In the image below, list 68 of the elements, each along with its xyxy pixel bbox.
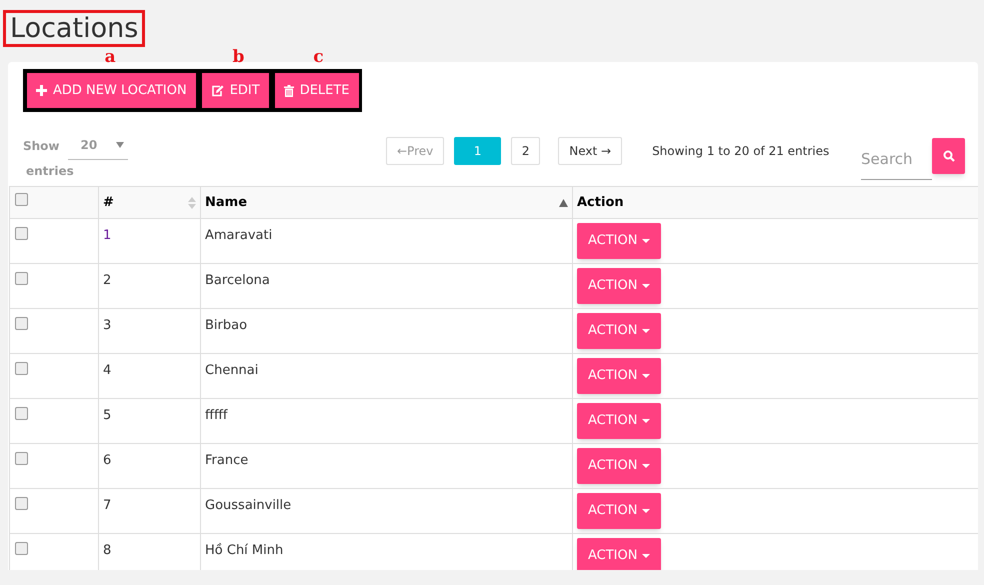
caret-icon bbox=[642, 464, 650, 468]
search-icon bbox=[942, 150, 954, 162]
location-name: France bbox=[205, 453, 248, 468]
action-button[interactable]: ACTION bbox=[577, 268, 662, 304]
sort-icon[interactable] bbox=[188, 196, 196, 210]
page-title: Locations bbox=[3, 10, 146, 47]
checkbox[interactable] bbox=[15, 542, 28, 555]
action-button[interactable]: ACTION bbox=[577, 313, 662, 349]
checkbox[interactable] bbox=[15, 227, 28, 240]
row-number: 2 bbox=[103, 273, 112, 288]
edit-icon bbox=[210, 84, 224, 96]
row-number: 1 bbox=[103, 228, 112, 243]
checkbox[interactable] bbox=[15, 272, 28, 285]
location-name: Chennai bbox=[205, 363, 258, 378]
show-label: Show bbox=[23, 138, 60, 154]
annotation-letter: b bbox=[232, 47, 244, 67]
search-button[interactable] bbox=[932, 138, 965, 174]
caret-icon bbox=[642, 374, 650, 378]
action-button[interactable]: ACTION bbox=[577, 223, 662, 259]
caret-icon bbox=[642, 239, 650, 243]
row-number: 3 bbox=[103, 318, 112, 333]
location-name: Birbao bbox=[205, 318, 248, 333]
action-button[interactable]: ACTION bbox=[577, 538, 662, 570]
checkbox[interactable] bbox=[15, 497, 28, 510]
next-button[interactable]: Next → bbox=[558, 137, 622, 165]
row-number: 5 bbox=[103, 408, 112, 423]
entries-label: entries bbox=[25, 163, 75, 180]
location-name: Goussainville bbox=[205, 498, 292, 513]
action-button[interactable]: ACTION bbox=[577, 358, 662, 394]
location-name: Barcelona bbox=[205, 273, 270, 288]
action-button[interactable]: ACTION bbox=[577, 493, 662, 529]
checkbox[interactable] bbox=[15, 407, 28, 420]
plus-icon bbox=[36, 85, 47, 96]
search-field[interactable]: Search bbox=[861, 138, 932, 180]
caret-icon bbox=[642, 284, 650, 288]
prev-button[interactable]: ←Prev bbox=[386, 137, 444, 165]
annotation-letter: a bbox=[104, 47, 116, 67]
column-header[interactable]: Name bbox=[205, 192, 248, 212]
annotation-letter: c bbox=[313, 47, 324, 67]
page-size-select[interactable]: 20 bbox=[68, 131, 128, 160]
row-number: 8 bbox=[103, 543, 112, 558]
page-button[interactable]: 2 bbox=[511, 137, 540, 165]
location-name: fffff bbox=[205, 408, 228, 423]
action-button[interactable]: ACTION bbox=[577, 403, 662, 439]
row-number: 7 bbox=[103, 498, 112, 513]
column-header[interactable]: Action bbox=[577, 192, 624, 212]
checkbox[interactable] bbox=[15, 317, 28, 330]
caret-icon bbox=[642, 419, 650, 423]
action-button[interactable]: ACTION bbox=[577, 448, 662, 484]
trash-icon bbox=[284, 84, 294, 96]
row-number: 4 bbox=[103, 363, 112, 378]
column-header[interactable]: # bbox=[103, 192, 114, 212]
caret-icon bbox=[116, 142, 124, 148]
page-button[interactable]: 1 bbox=[454, 137, 502, 165]
entries-info: Showing 1 to 20 of 21 entries bbox=[652, 143, 830, 160]
caret-icon bbox=[642, 554, 650, 558]
sort-ascending-icon[interactable] bbox=[559, 198, 568, 206]
checkbox[interactable] bbox=[15, 192, 28, 206]
caret-icon bbox=[642, 329, 650, 333]
checkbox[interactable] bbox=[15, 362, 28, 375]
caret-icon bbox=[642, 509, 650, 513]
add-button[interactable]: ADD NEW LOCATION bbox=[27, 73, 196, 108]
delete-button[interactable]: DELETE bbox=[274, 73, 359, 108]
edit-button[interactable]: EDIT bbox=[202, 73, 269, 108]
location-name: Amaravati bbox=[205, 228, 272, 243]
row-number: 6 bbox=[103, 453, 112, 468]
location-name: Hồ Chí Minh bbox=[205, 543, 284, 558]
checkbox[interactable] bbox=[15, 452, 28, 465]
